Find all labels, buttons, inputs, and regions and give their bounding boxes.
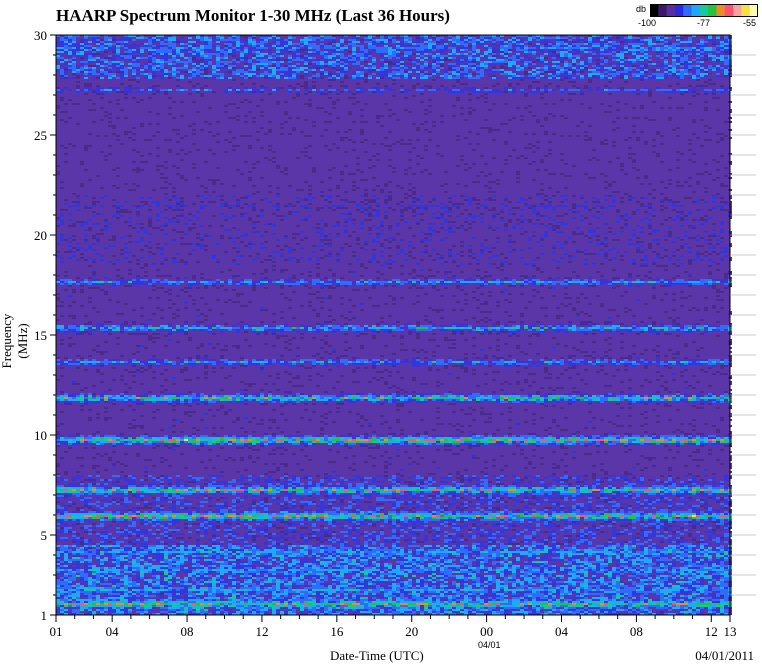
x-tick-label: 00 (480, 624, 493, 639)
x-tick-label: 04 (555, 624, 569, 639)
y-axis-label: Frequency (MHz) (0, 296, 31, 386)
footer-date: 04/01/2011 (695, 648, 754, 664)
x-axis: 01 04 08 12 16 20 00 04 08 12 13 (50, 615, 737, 639)
y-tick-label: 10 (34, 428, 47, 443)
x-tick-label: 20 (405, 624, 418, 639)
x-axis-label: Date-Time (UTC) (330, 648, 424, 664)
x-tick-label: 08 (181, 624, 194, 639)
spectrogram-image (56, 35, 732, 615)
y-tick-label: 15 (34, 328, 47, 343)
x-tick-label: 16 (330, 624, 344, 639)
x-tick-label: 08 (630, 624, 643, 639)
y-axis: 151015202530 (34, 28, 56, 623)
x-tick-label: 13 (724, 624, 737, 639)
x-tick-label: 12 (255, 624, 268, 639)
spectrogram-chart: 15101520253001 04 08 12 16 20 00 04 08 12 13 (0, 0, 762, 665)
y-tick-label: 5 (41, 528, 48, 543)
y-tick-label: 30 (34, 28, 47, 43)
y-tick-label: 20 (34, 228, 47, 243)
y-tick-label: 25 (34, 128, 47, 143)
spectrum-monitor-page: HAARP Spectrum Monitor 1-30 MHz (Last 36… (0, 0, 762, 665)
x-tick-label: 01 (50, 624, 63, 639)
day-marker-label: 04/01 (478, 640, 501, 650)
x-tick-label: 12 (705, 624, 718, 639)
y-tick-label: 1 (41, 608, 48, 623)
x-tick-label: 04 (106, 624, 120, 639)
